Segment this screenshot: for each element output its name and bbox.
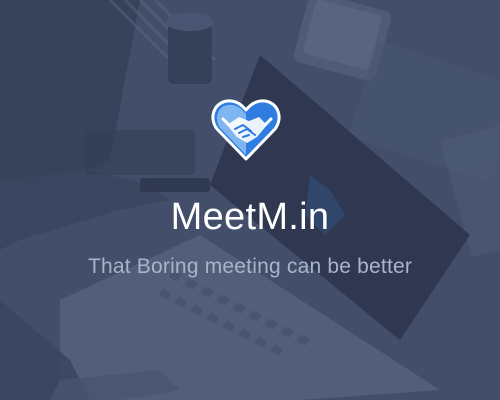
handshake-heart-icon (211, 99, 281, 161)
app-tagline: That Boring meeting can be better (87, 255, 413, 278)
splash-screen: MeetM.in That Boring meeting can be bett… (0, 0, 500, 400)
app-title: MeetM.in (170, 196, 330, 238)
